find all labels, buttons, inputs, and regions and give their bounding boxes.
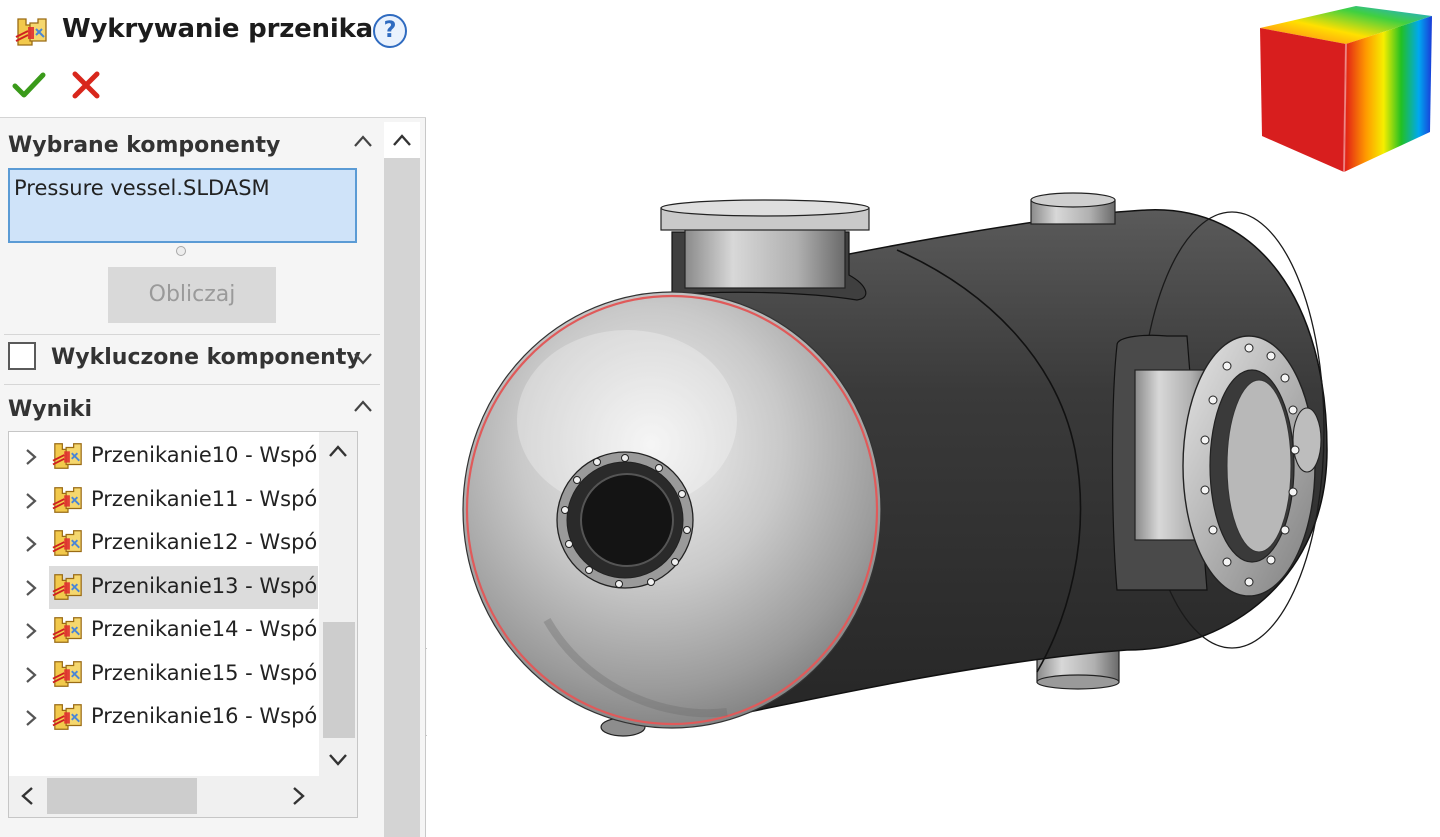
close-icon (72, 71, 100, 99)
interference-result-icon (52, 704, 82, 730)
selected-components-title: Wybrane komponenty (8, 133, 281, 158)
top-vent-nozzle (1030, 192, 1116, 225)
scroll-left-icon[interactable] (17, 785, 39, 807)
interference-result-icon (52, 486, 82, 513)
expand-chevron-icon[interactable] (23, 448, 39, 466)
top-inlet-nozzle (660, 199, 870, 301)
expand-chevron-icon[interactable] (23, 622, 39, 640)
expand-chevron-icon[interactable] (23, 492, 39, 510)
result-item-label: Przenikanie12 - Wspó (91, 530, 318, 554)
help-icon[interactable]: ? (373, 14, 407, 48)
calculate-button[interactable]: Obliczaj (108, 267, 276, 323)
interference-result-icon (52, 617, 82, 643)
result-item-label: Przenikanie16 - Wspó (91, 704, 318, 728)
checkmark-icon (12, 72, 46, 98)
interference-result-icon (52, 660, 82, 687)
expand-chevron-icon[interactable] (23, 666, 39, 684)
results-horizontal-scrollbar[interactable] (9, 776, 357, 817)
property-manager-panel: Wykrywanie przenika... ? Wybrane kompone… (0, 0, 426, 837)
expand-excluded-icon[interactable] (352, 347, 374, 369)
group-divider (4, 384, 380, 385)
scroll-up-icon[interactable] (327, 441, 349, 463)
result-item-label: Przenikanie11 - Wspó (91, 486, 318, 511)
result-item[interactable]: Przenikanie16 - Wspó (9, 696, 319, 739)
scroll-down-icon[interactable] (327, 748, 349, 770)
panel-scroll-thumb[interactable] (384, 158, 420, 837)
result-item[interactable]: Przenikanie11 - Wspó (9, 479, 319, 522)
expand-chevron-icon[interactable] (23, 535, 39, 553)
result-item-label: Przenikanie15 - Wspó (91, 660, 318, 685)
group-divider (4, 334, 380, 335)
result-item[interactable]: Przenikanie15 - Wspó (9, 653, 319, 696)
results-title: Wyniki (8, 397, 92, 422)
expand-chevron-icon[interactable] (23, 709, 39, 727)
ok-button[interactable] (12, 68, 46, 102)
panel-scrollbar[interactable] (384, 122, 420, 837)
interference-detection-icon (15, 18, 47, 46)
result-item[interactable]: Przenikanie13 - Wspó (9, 565, 319, 609)
results-horizontal-thumb[interactable] (47, 778, 197, 814)
property-manager-title: Wykrywanie przenika... (62, 14, 403, 44)
excluded-components-checkbox[interactable] (8, 342, 36, 370)
interference-result-icon (52, 530, 82, 556)
result-item-label: Przenikanie10 - Wspó (91, 443, 318, 467)
dome-manhole-flange (556, 451, 694, 589)
result-item[interactable]: Przenikanie10 - Wspó (9, 435, 319, 478)
scroll-up-icon[interactable] (391, 130, 413, 152)
view-cube-icon[interactable] (1256, 4, 1436, 174)
results-vertical-scrollbar[interactable] (319, 432, 357, 776)
results-vertical-thumb[interactable] (323, 622, 355, 738)
interference-result-icon (52, 443, 82, 469)
expand-chevron-icon[interactable] (23, 579, 39, 597)
result-item[interactable]: Przenikanie12 - Wspó (9, 522, 319, 565)
collapse-results-icon[interactable] (352, 396, 374, 418)
scroll-right-icon[interactable] (287, 785, 309, 807)
interference-result-icon (52, 573, 82, 600)
results-list[interactable]: Przenikanie10 - Wspó Przenikanie11 - Wspó… (8, 431, 358, 818)
side-manway-nozzle (1111, 334, 1322, 597)
list-resize-handle[interactable] (176, 246, 186, 256)
property-manager-header: Wykrywanie przenika... ? (0, 0, 426, 118)
result-item[interactable]: Przenikanie14 - Wspó (9, 609, 319, 652)
cancel-button[interactable] (70, 68, 102, 102)
result-item-label: Przenikanie14 - Wspó (91, 617, 318, 641)
result-item-label: Przenikanie13 - Wspó (91, 573, 318, 598)
excluded-components-title: Wykluczone komponenty (51, 345, 361, 370)
collapse-selected-icon[interactable] (352, 131, 374, 153)
selected-components-list[interactable]: Pressure vessel.SLDASM (8, 168, 357, 243)
